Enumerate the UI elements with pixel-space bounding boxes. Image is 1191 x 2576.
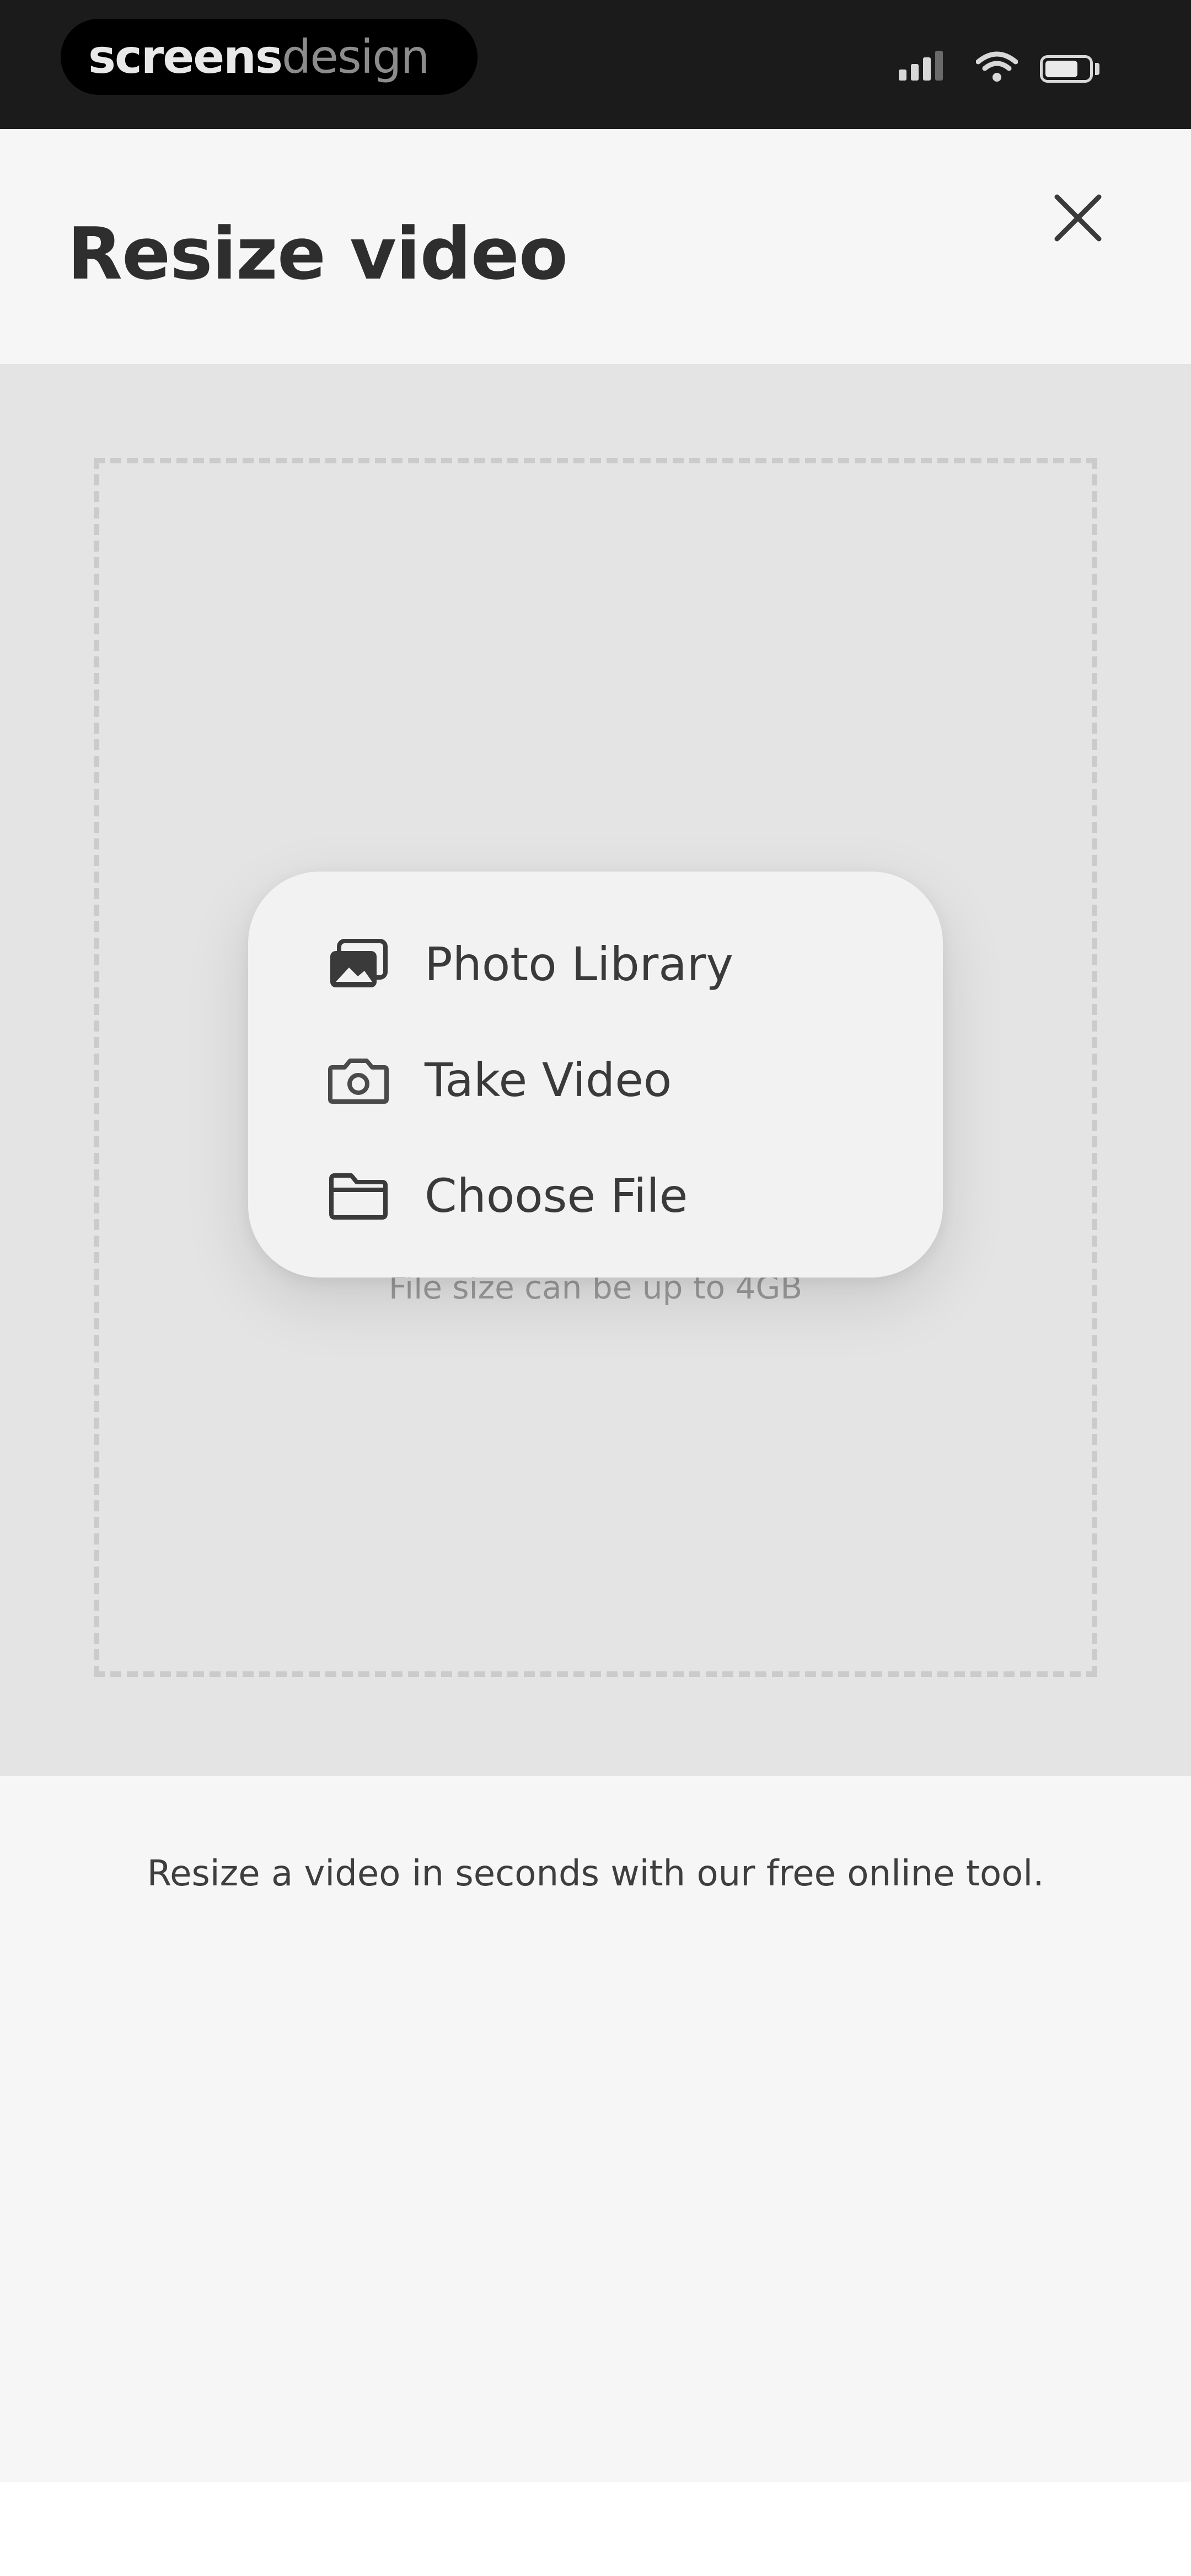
- source-menu: Photo Library Take Video Choose File: [248, 872, 943, 1278]
- menu-item-take-video[interactable]: Take Video: [248, 1025, 943, 1135]
- camera-icon: [325, 1047, 391, 1113]
- close-icon: [1054, 194, 1102, 242]
- menu-item-photo-library[interactable]: Photo Library: [248, 909, 943, 1019]
- menu-item-label: Take Video: [425, 1053, 672, 1107]
- menu-item-choose-file[interactable]: Choose File: [248, 1141, 943, 1251]
- brand-logo-light: design: [281, 30, 430, 84]
- bottom-area: [0, 2482, 1191, 2576]
- photo-library-icon: [325, 931, 391, 997]
- folder-icon: [325, 1163, 391, 1229]
- brand-logo: screens design: [61, 19, 478, 95]
- status-bar: screens design: [0, 0, 1191, 129]
- battery-icon: [1040, 55, 1093, 83]
- menu-item-label: Photo Library: [425, 937, 734, 991]
- close-button[interactable]: [1042, 182, 1114, 254]
- screen: screens design Resize video File size ca…: [0, 0, 1191, 2576]
- wifi-icon: [976, 51, 1018, 82]
- menu-item-label: Choose File: [425, 1169, 688, 1223]
- brand-logo-bold: screens: [88, 30, 283, 84]
- status-icons: [899, 47, 1119, 86]
- header: Resize video: [0, 129, 1191, 364]
- page-title: Resize video: [67, 212, 568, 296]
- description-text: Resize a video in seconds with our free …: [147, 1853, 1044, 1894]
